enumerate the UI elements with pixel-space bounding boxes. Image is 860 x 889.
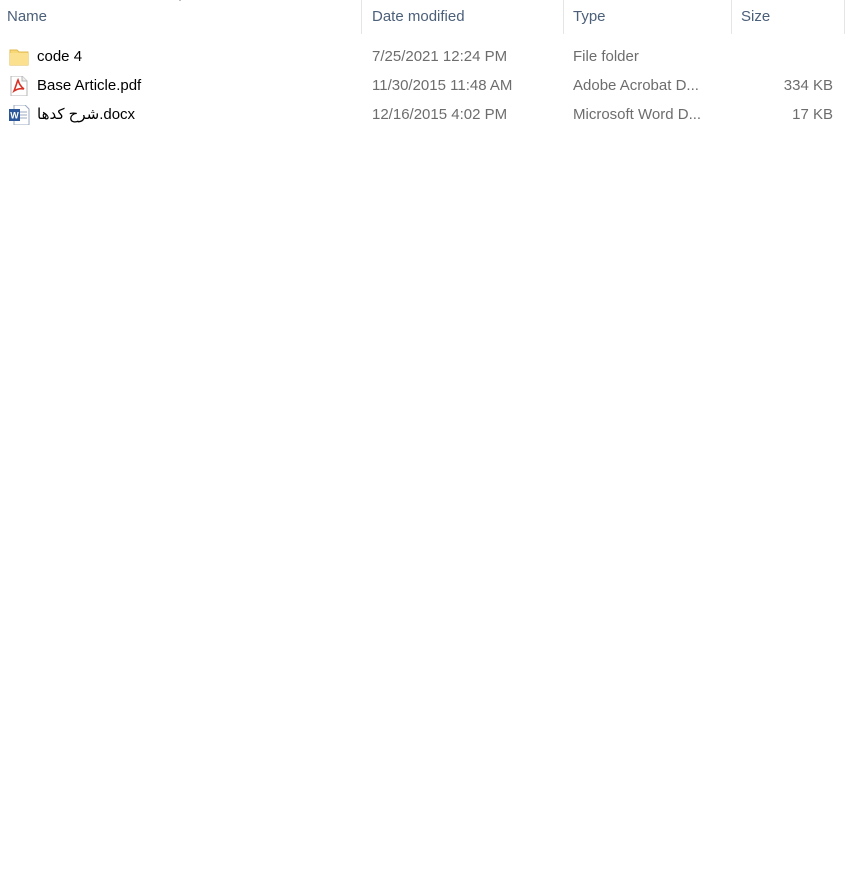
file-type: Microsoft Word D... bbox=[573, 106, 702, 123]
column-header-type[interactable]: Type bbox=[564, 0, 732, 34]
pdf-file-icon bbox=[10, 76, 28, 96]
file-name: شرح کدها.docx bbox=[37, 106, 136, 123]
file-size: 334 KB bbox=[783, 77, 833, 94]
file-row-base-article[interactable]: Base Article.pdf 11/30/2015 11:48 AM Ado… bbox=[0, 71, 860, 100]
file-date-modified: 12/16/2015 4:02 PM bbox=[372, 106, 508, 123]
column-header-date-label: Date modified bbox=[372, 8, 465, 25]
file-row-code-4[interactable]: code 4 7/25/2021 12:24 PM File folder bbox=[0, 42, 860, 71]
file-size bbox=[745, 42, 833, 71]
column-header-name-label: Name bbox=[7, 8, 48, 25]
sort-arrow-icon bbox=[179, 0, 181, 1]
column-header-type-label: Type bbox=[573, 8, 606, 25]
column-header-size[interactable]: Size bbox=[732, 0, 845, 34]
svg-text:W: W bbox=[10, 111, 19, 121]
file-name: code 4 bbox=[37, 48, 83, 65]
column-header-date-modified[interactable]: Date modified bbox=[362, 0, 564, 34]
file-type: File folder bbox=[573, 48, 639, 65]
file-row-docx[interactable]: W شرح کدها.docx 12/16/2015 4:02 PM Micro… bbox=[0, 100, 860, 129]
column-header-size-label: Size bbox=[741, 8, 771, 25]
file-date-modified: 7/25/2021 12:24 PM bbox=[372, 48, 508, 65]
file-explorer-list-view: Name Date modified Type Size code 4 7/25… bbox=[0, 0, 860, 889]
column-divider[interactable] bbox=[844, 0, 845, 34]
file-name: Base Article.pdf bbox=[37, 77, 142, 94]
word-file-icon: W bbox=[9, 105, 30, 125]
folder-icon bbox=[9, 49, 29, 66]
column-header-row: Name Date modified Type Size bbox=[0, 0, 860, 34]
file-list: code 4 7/25/2021 12:24 PM File folder Ba… bbox=[0, 42, 860, 129]
file-date-modified: 11/30/2015 11:48 AM bbox=[372, 77, 513, 94]
column-header-name[interactable]: Name bbox=[0, 0, 362, 34]
file-size: 17 KB bbox=[792, 106, 833, 123]
file-type: Adobe Acrobat D... bbox=[573, 77, 699, 94]
